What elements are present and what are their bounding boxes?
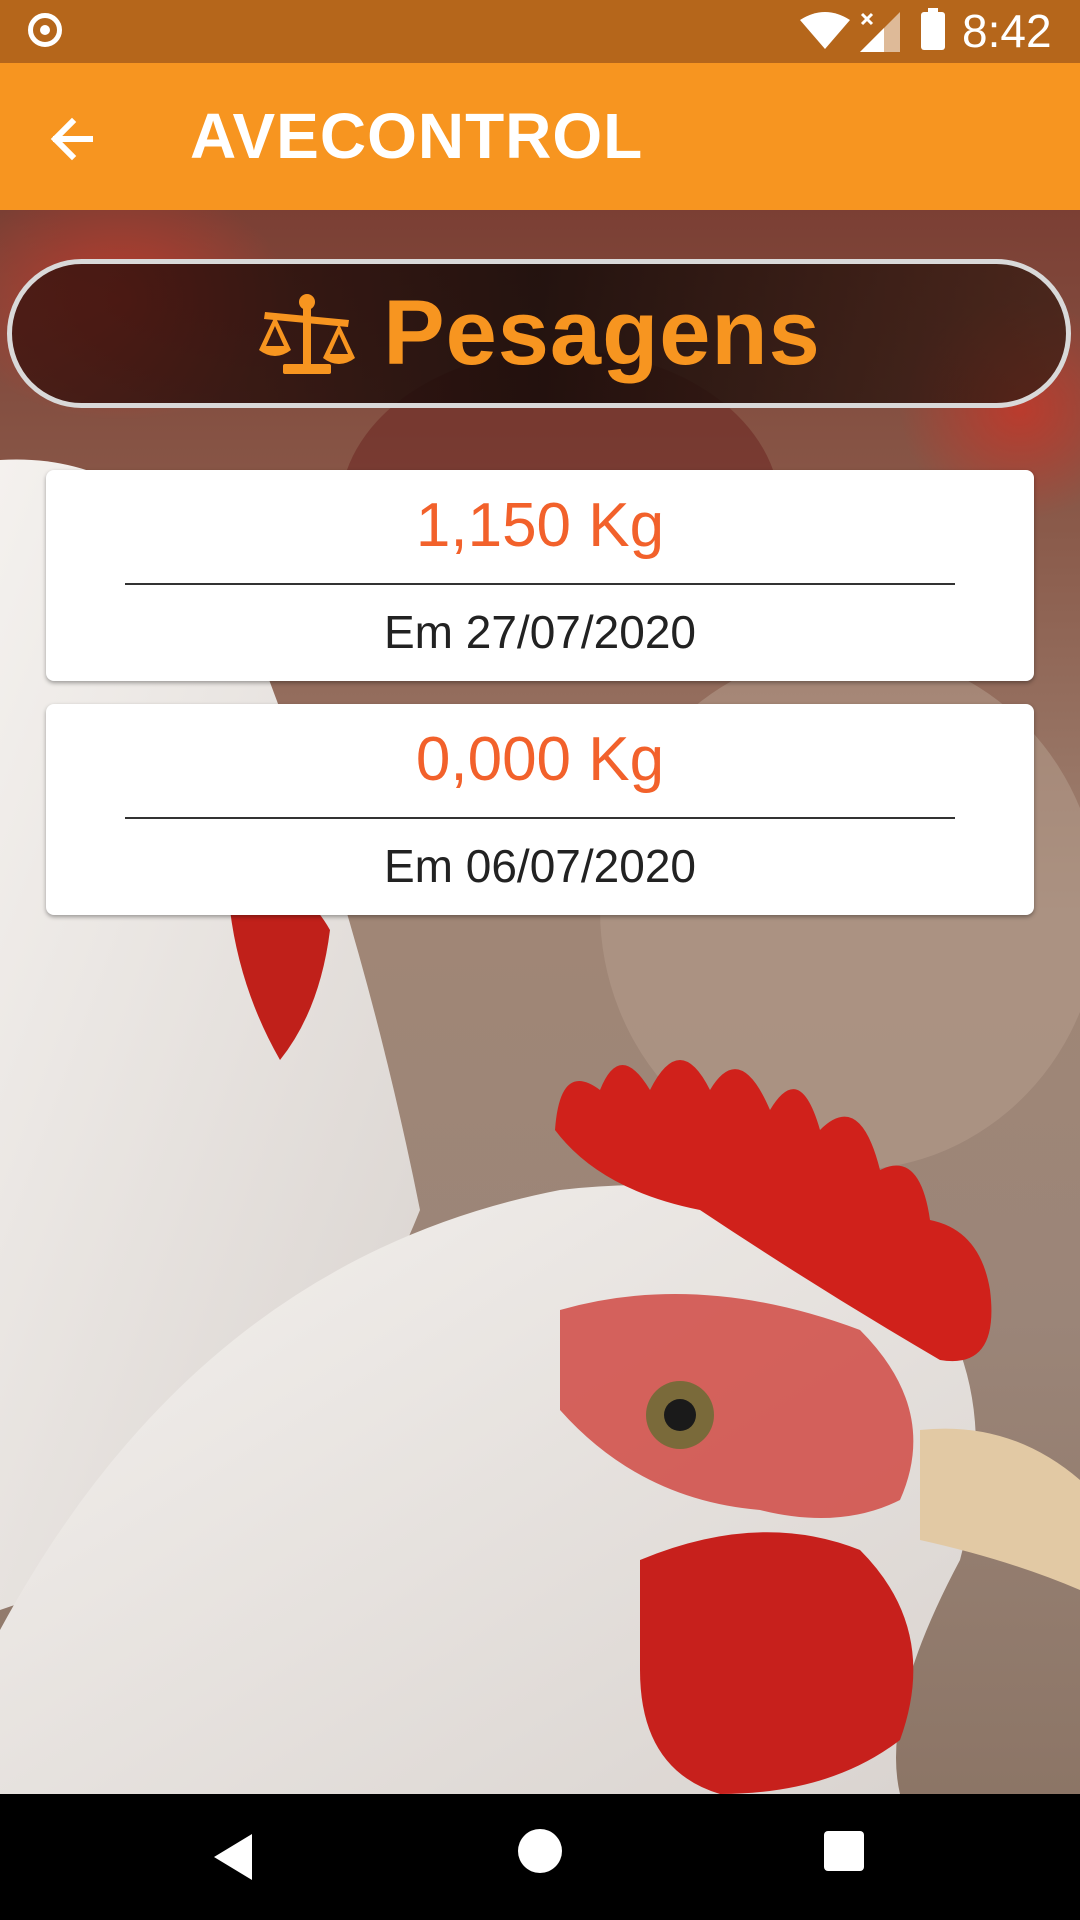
background-photo [0,210,1080,1794]
weighing-weight: 0,000 Kg [415,725,665,794]
navigation-bar [0,1794,1080,1920]
wifi-icon [800,12,850,49]
app-title: AVECONTROL [190,100,644,172]
weighing-card[interactable]: 1,150 Kg Em 27/07/2020 [46,470,1034,681]
weighing-weight: 1,150 Kg [415,491,665,560]
signal-icon [860,12,900,52]
card-divider [125,817,955,819]
scale-balance-icon [259,293,356,374]
weighing-date: Em 27/07/2020 [383,606,696,658]
nav-home-icon[interactable] [518,1829,562,1873]
status-bar: 8:42 [0,0,1080,63]
nav-back-icon[interactable] [214,1834,254,1880]
notification-circle-icon [28,13,62,47]
status-time: 8:42 [962,5,1052,57]
card-divider [125,583,955,585]
section-header: Pesagens [7,259,1071,408]
weighing-card[interactable]: 0,000 Kg Em 06/07/2020 [46,704,1034,915]
back-arrow-icon[interactable] [44,110,102,168]
section-title: Pesagens [383,282,821,384]
battery-icon [921,8,945,50]
weighing-date: Em 06/07/2020 [383,840,696,892]
nav-recents-icon[interactable] [824,1831,864,1871]
app-bar: AVECONTROL [0,63,1080,210]
